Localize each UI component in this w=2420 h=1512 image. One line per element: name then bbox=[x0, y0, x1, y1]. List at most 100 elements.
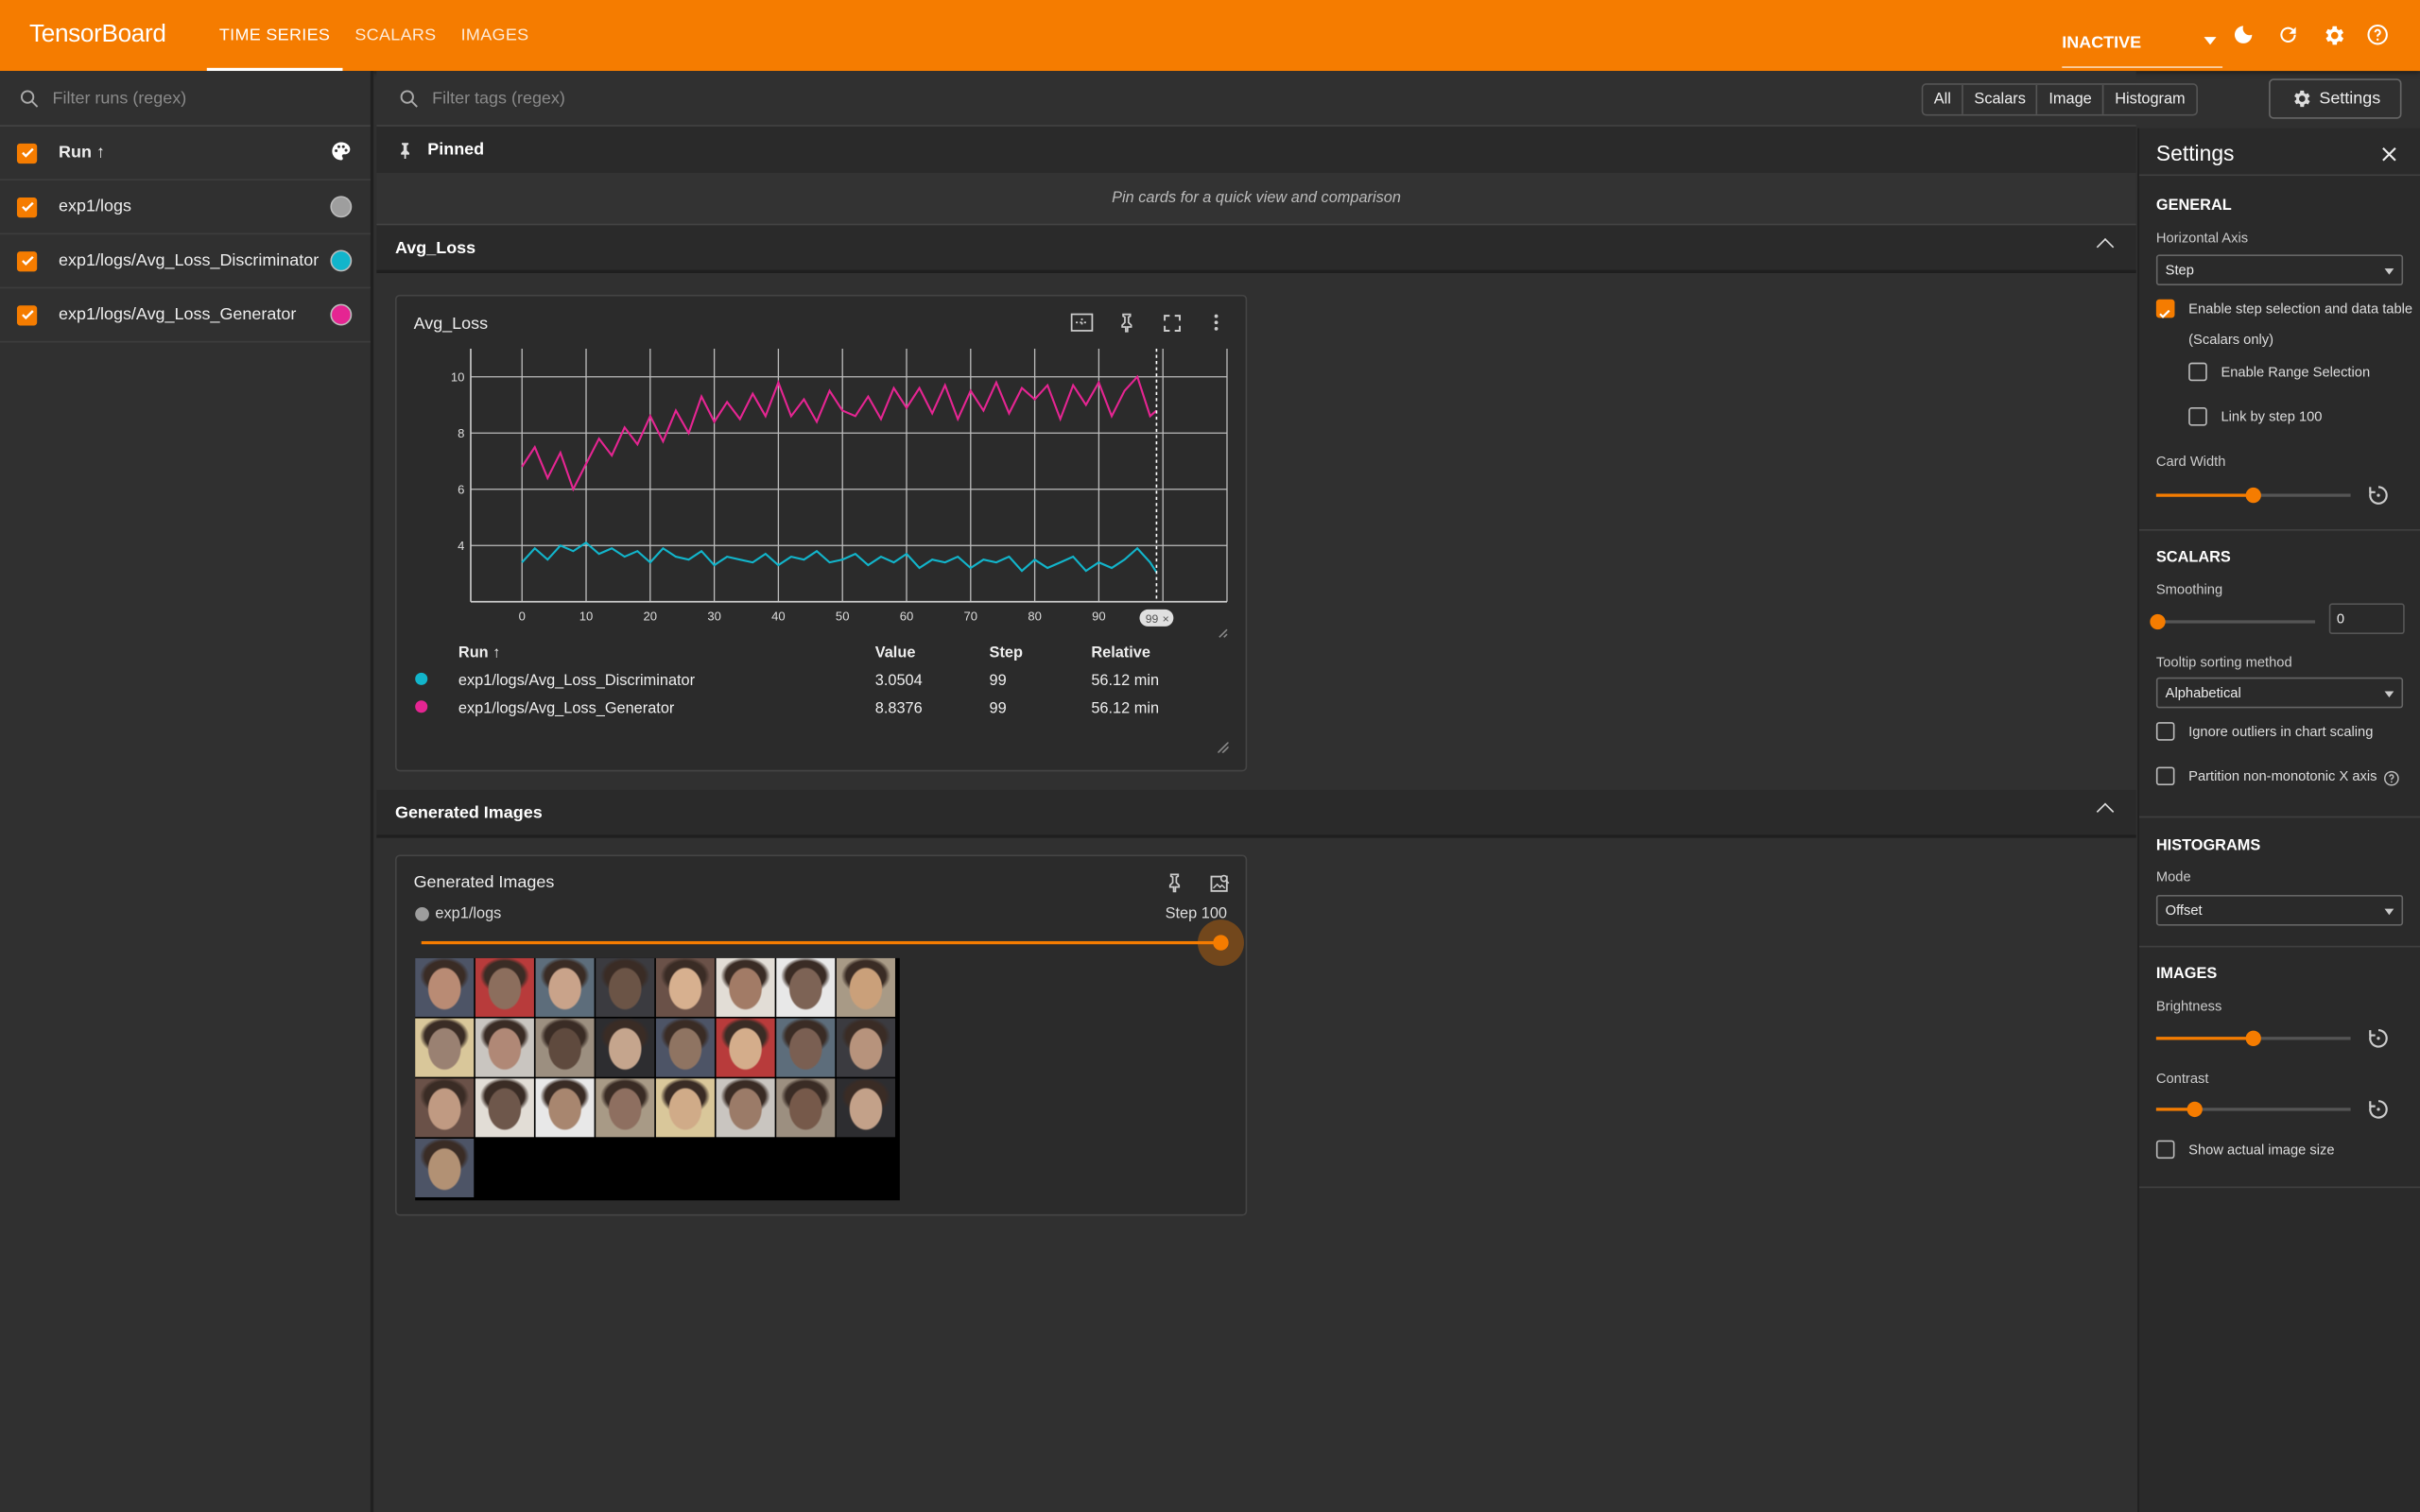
collapse-icon[interactable] bbox=[2096, 802, 2115, 821]
run-column-header[interactable]: Run ↑ bbox=[59, 144, 105, 163]
help-icon[interactable] bbox=[2363, 20, 2393, 49]
collapse-icon[interactable] bbox=[2096, 237, 2115, 256]
tags-filter[interactable]: Filter tags (regex) All Scalars Image Hi… bbox=[376, 71, 2402, 127]
smoothing-slider[interactable] bbox=[2150, 613, 2316, 630]
image-card: Generated Images exp1/logs Step 100 bbox=[394, 854, 1248, 1216]
col-value[interactable]: Value bbox=[875, 639, 990, 666]
sample-face-tile bbox=[415, 1078, 475, 1138]
step-slider[interactable] bbox=[421, 919, 1244, 967]
help-icon[interactable] bbox=[2383, 766, 2400, 794]
run-checkbox[interactable] bbox=[16, 250, 38, 271]
sample-face-tile bbox=[475, 1018, 534, 1077]
link-step-checkbox[interactable] bbox=[2188, 407, 2207, 426]
settings-button[interactable]: Settings bbox=[2269, 78, 2402, 119]
col-relative[interactable]: Relative bbox=[1091, 639, 1159, 666]
run-color-swatch[interactable] bbox=[330, 196, 353, 218]
generated-images-section-header[interactable]: Generated Images bbox=[376, 789, 2136, 838]
palette-icon[interactable] bbox=[330, 140, 352, 166]
run-color-swatch[interactable] bbox=[330, 303, 353, 326]
step-selection-checkbox[interactable] bbox=[2155, 299, 2175, 318]
reset-icon[interactable] bbox=[2366, 483, 2391, 507]
sample-face-tile bbox=[776, 957, 836, 1017]
type-histogram-button[interactable]: Histogram bbox=[2104, 85, 2196, 114]
sample-face-tile bbox=[655, 957, 715, 1017]
row-value: 3.0504 bbox=[874, 672, 923, 690]
h-axis-select[interactable]: Step bbox=[2155, 254, 2404, 286]
range-selection-label: Enable Range Selection bbox=[2221, 364, 2371, 380]
slider-thumb[interactable] bbox=[2187, 1101, 2204, 1118]
top-app-bar: TensorBoard TIME SERIES SCALARS IMAGES I… bbox=[0, 0, 2420, 72]
partition-checkbox[interactable] bbox=[2155, 766, 2175, 786]
close-icon[interactable] bbox=[2380, 144, 2399, 170]
runs-filter-placeholder: Filter runs (regex) bbox=[52, 88, 187, 108]
run-row[interactable]: exp1/logs/Avg_Loss_Generator bbox=[0, 288, 371, 343]
dark-mode-icon[interactable] bbox=[2229, 20, 2258, 49]
slider-thumb[interactable] bbox=[2245, 487, 2261, 504]
plugin-status-dropdown[interactable]: INACTIVE bbox=[2062, 19, 2223, 68]
step-slider-thumb[interactable] bbox=[1197, 919, 1244, 967]
run-checkbox[interactable] bbox=[16, 197, 38, 217]
type-scalars-button[interactable]: Scalars bbox=[1963, 84, 2038, 114]
resize-handle-icon bbox=[1219, 628, 1228, 638]
x-tick-label: 60 bbox=[900, 609, 914, 623]
card-title: Avg_Loss bbox=[413, 315, 489, 334]
line-chart[interactable]: 0 10 20 30 40 50 60 70 80 90 4 6 8 10 99 × bbox=[397, 339, 1249, 679]
mode-value: Offset bbox=[2165, 902, 2203, 919]
brightness-slider[interactable] bbox=[2155, 1030, 2351, 1046]
run-name: exp1/logs/Avg_Loss_Discriminator bbox=[59, 251, 320, 270]
generated-image[interactable] bbox=[415, 957, 900, 1201]
step-slider-knob[interactable] bbox=[1213, 935, 1229, 951]
select-all-checkbox[interactable] bbox=[16, 143, 38, 163]
resize-handle-icon[interactable] bbox=[1218, 742, 1229, 753]
sample-face-tile bbox=[596, 1078, 655, 1138]
settings-title: Settings bbox=[2155, 140, 2235, 165]
brand-title: TensorBoard bbox=[29, 21, 166, 48]
main-panel: Filter tags (regex) All Scalars Image Hi… bbox=[376, 71, 2402, 1512]
fullscreen-icon[interactable] bbox=[1159, 310, 1184, 335]
avg-loss-section-header[interactable]: Avg_Loss bbox=[376, 225, 2136, 273]
images-header: IMAGES bbox=[2155, 966, 2218, 984]
row-step: 99 bbox=[989, 699, 1007, 717]
contrast-slider[interactable] bbox=[2155, 1101, 2351, 1118]
slider-thumb[interactable] bbox=[2150, 613, 2166, 630]
col-run[interactable]: Run ↑ bbox=[458, 639, 875, 666]
col-step[interactable]: Step bbox=[990, 639, 1092, 666]
general-header: GENERAL bbox=[2155, 197, 2232, 215]
ignore-outliers-checkbox[interactable] bbox=[2155, 722, 2175, 741]
tooltip-sort-select[interactable]: Alphabetical bbox=[2155, 677, 2404, 709]
image-search-icon[interactable] bbox=[1207, 870, 1232, 895]
x-tick-label: 30 bbox=[707, 609, 721, 623]
more-vert-icon[interactable] bbox=[1204, 310, 1229, 335]
card-width-slider[interactable] bbox=[2155, 487, 2351, 504]
sample-face-tile bbox=[836, 1018, 895, 1077]
run-row[interactable]: exp1/logs bbox=[0, 180, 371, 235]
scalars-header: SCALARS bbox=[2155, 549, 2231, 567]
pin-icon[interactable] bbox=[1115, 310, 1139, 335]
run-checkbox[interactable] bbox=[16, 304, 38, 325]
settings-panel: Settings GENERAL Horizontal Axis Step En… bbox=[2137, 128, 2420, 1512]
range-selection-checkbox[interactable] bbox=[2188, 362, 2207, 382]
reset-icon[interactable] bbox=[2366, 1097, 2391, 1122]
actual-size-checkbox[interactable] bbox=[2155, 1140, 2175, 1160]
sample-face-tile bbox=[596, 1018, 655, 1077]
type-all-button[interactable]: All bbox=[1923, 84, 1963, 114]
runs-filter[interactable]: Filter runs (regex) bbox=[0, 71, 371, 127]
slider-thumb[interactable] bbox=[2245, 1030, 2261, 1046]
step-marker-label: 99 bbox=[1146, 612, 1159, 626]
gear-icon[interactable] bbox=[2318, 20, 2347, 49]
run-color-swatch[interactable] bbox=[330, 249, 353, 272]
y-tick-label: 6 bbox=[458, 483, 464, 497]
fit-domain-icon[interactable] bbox=[1069, 310, 1094, 335]
settings-histograms: HISTOGRAMS Mode Offset bbox=[2138, 816, 2420, 946]
pin-icon[interactable] bbox=[1162, 870, 1186, 895]
run-row[interactable]: exp1/logs/Avg_Loss_Discriminator bbox=[0, 234, 371, 289]
tab-time-series[interactable]: TIME SERIES bbox=[206, 0, 343, 72]
tab-scalars[interactable]: SCALARS bbox=[342, 0, 448, 71]
mode-select[interactable]: Offset bbox=[2155, 894, 2404, 926]
tab-images[interactable]: IMAGES bbox=[449, 0, 542, 71]
refresh-icon[interactable] bbox=[2273, 20, 2303, 49]
smoothing-input[interactable]: 0 bbox=[2328, 603, 2405, 635]
reset-icon[interactable] bbox=[2366, 1026, 2391, 1051]
tensorboard-app: TensorBoard TIME SERIES SCALARS IMAGES I… bbox=[0, 0, 2420, 1512]
type-image-button[interactable]: Image bbox=[2038, 84, 2104, 114]
